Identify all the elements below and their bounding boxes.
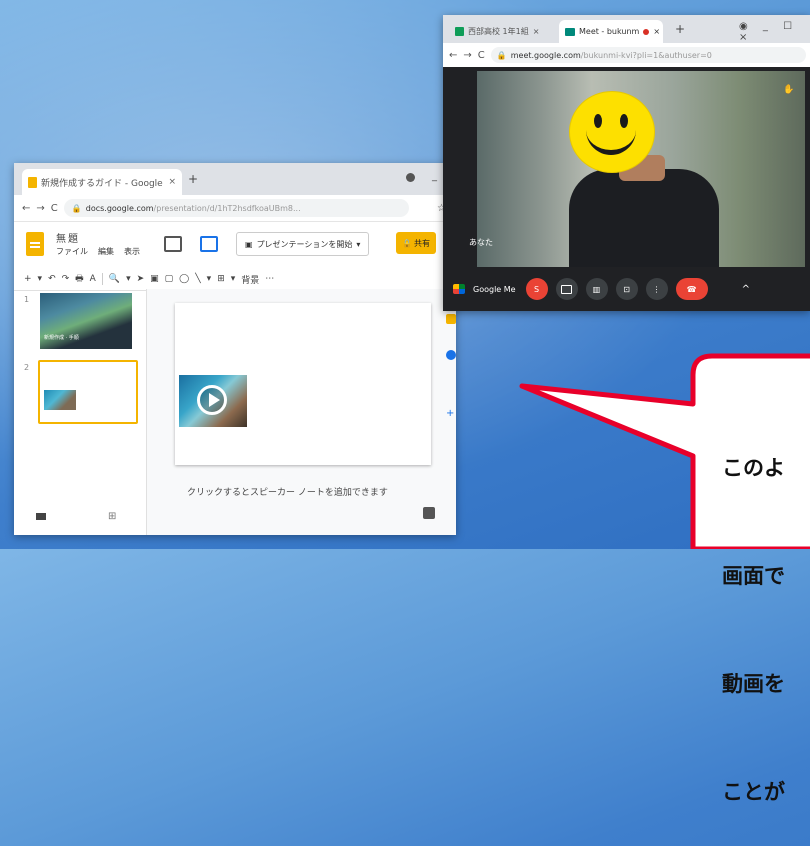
callout-line-3: 動画を	[722, 672, 785, 696]
callout-line-4: ことが	[722, 780, 785, 804]
callout-line-1: このよ	[722, 456, 785, 480]
callout-text: このよ 画面で 動画を ことが	[722, 378, 785, 846]
callout-line-2: 画面で	[722, 564, 785, 588]
callout-bubble	[519, 353, 810, 549]
